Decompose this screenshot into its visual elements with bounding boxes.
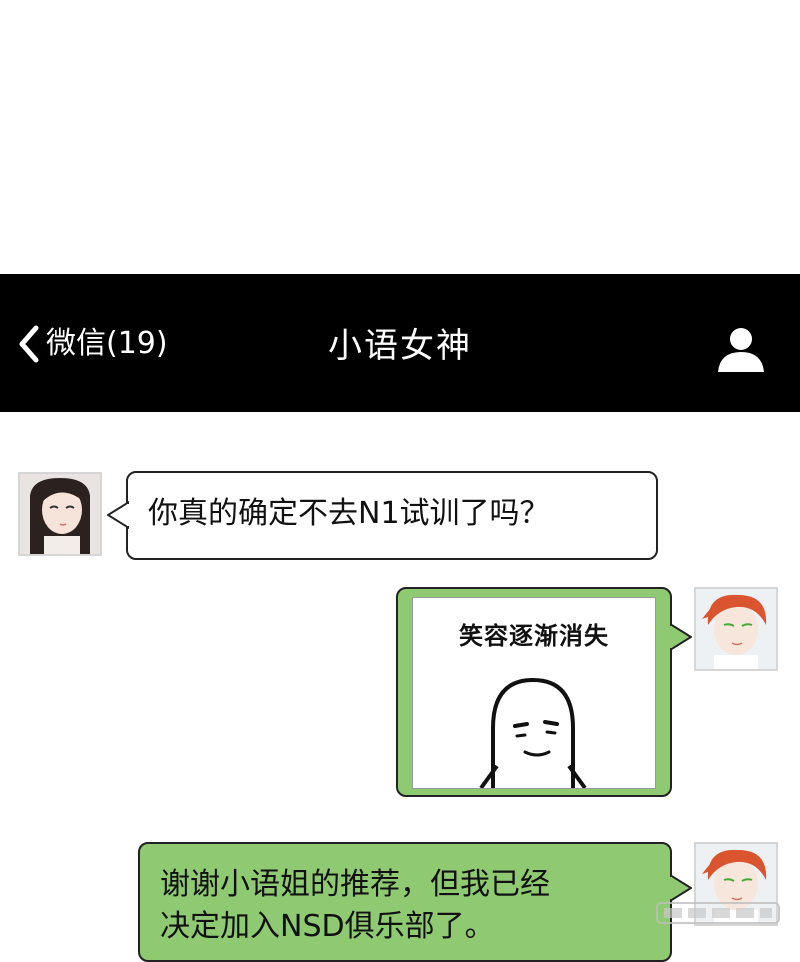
sticker-message-bubble[interactable]: 笑容逐渐消失	[396, 587, 692, 797]
message-text: 谢谢小语姐的推荐，但我已经 决定加入NSD俱乐部了。	[160, 867, 550, 944]
sticker-caption: 笑容逐渐消失	[459, 622, 609, 650]
contact-avatar-image	[20, 474, 100, 554]
watermark-logo	[656, 900, 780, 926]
bubble-tail	[670, 623, 692, 651]
message-bubble[interactable]: 你真的确定不去N1试训了吗？	[107, 471, 658, 560]
contact-avatar[interactable]	[18, 472, 102, 556]
sticker-image: 笑容逐渐消失	[412, 597, 656, 789]
bubble-tail	[107, 501, 129, 529]
bubble-tail	[670, 874, 692, 902]
message-text: 你真的确定不去N1试训了吗？	[148, 496, 550, 531]
message-bubble[interactable]: 谢谢小语姐的推荐，但我已经 决定加入NSD俱乐部了。	[138, 842, 692, 962]
chat-header: 微信(19) 小语女神	[0, 274, 800, 412]
chat-title: 小语女神	[328, 326, 472, 366]
person-icon	[718, 328, 764, 372]
watermark-graphic	[656, 902, 780, 924]
profile-button[interactable]	[716, 324, 766, 374]
blank-face-sticker-icon	[479, 677, 587, 788]
user-avatar[interactable]	[694, 587, 778, 671]
user-avatar-image	[696, 589, 776, 669]
